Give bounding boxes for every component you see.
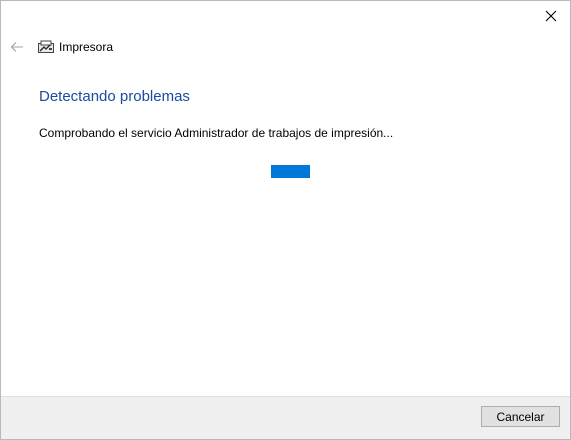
troubleshooter-window: Impresora Detectando problemas Comproban… [0,0,571,440]
cancel-button[interactable]: Cancelar [481,406,560,427]
back-arrow-icon [10,42,23,52]
printer-troubleshooter-icon [38,39,54,55]
window-header: Impresora [9,37,113,57]
page-heading: Detectando problemas [39,88,190,105]
back-button[interactable] [9,39,25,55]
progress-indicator [271,165,310,178]
close-button[interactable] [536,5,566,27]
status-text: Comprobando el servicio Administrador de… [39,126,394,140]
window-title: Impresora [59,40,114,54]
footer-bar: Cancelar [1,396,570,439]
close-icon [545,10,557,22]
